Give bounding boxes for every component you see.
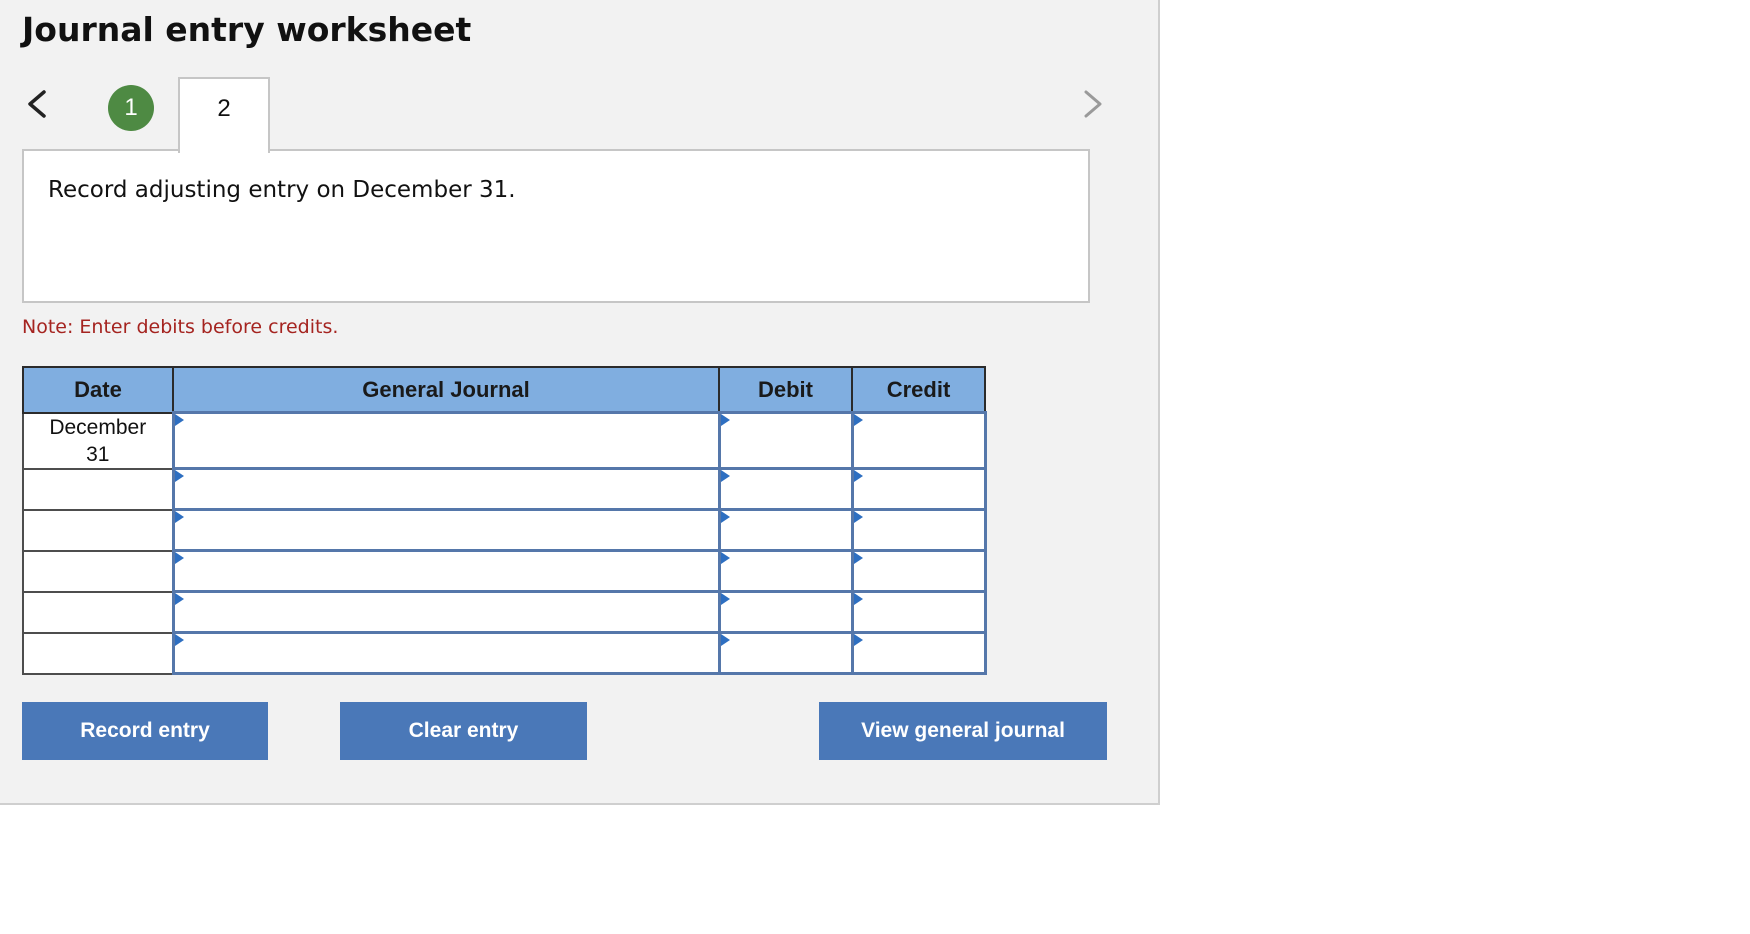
account-input[interactable] xyxy=(174,517,718,543)
debit-cell[interactable] xyxy=(717,549,854,593)
credit-input[interactable] xyxy=(853,428,984,453)
credit-cell[interactable] xyxy=(850,508,987,552)
credit-cell[interactable] xyxy=(850,411,987,470)
clear-entry-button[interactable]: Clear entry xyxy=(340,702,587,760)
credit-column-header: Credit xyxy=(851,366,986,414)
date-column-header: Date xyxy=(22,366,174,414)
debit-input[interactable] xyxy=(720,599,851,625)
debit-cell[interactable] xyxy=(717,631,854,675)
account-cell[interactable] xyxy=(171,508,721,552)
date-cell: December 31 xyxy=(22,411,174,470)
page-title: Journal entry worksheet xyxy=(22,10,472,49)
account-input[interactable] xyxy=(174,558,718,584)
date-cell[interactable] xyxy=(22,590,174,634)
account-cell[interactable] xyxy=(171,411,721,470)
account-input[interactable] xyxy=(174,476,718,502)
account-input[interactable] xyxy=(174,640,718,666)
table-header-row: Date General Journal Debit Credit xyxy=(22,366,986,414)
date-cell[interactable] xyxy=(22,631,174,675)
instruction-text: Record adjusting entry on December 31. xyxy=(48,177,516,203)
step-1-complete[interactable]: 1 xyxy=(108,85,154,131)
credit-cell[interactable] xyxy=(850,549,987,593)
table-row: December 31 xyxy=(22,411,987,470)
previous-step-button[interactable] xyxy=(24,88,52,120)
worksheet-panel: Journal entry worksheet 1 2 Record adjus… xyxy=(0,0,1160,805)
debit-cell[interactable] xyxy=(717,590,854,634)
view-general-journal-button[interactable]: View general journal xyxy=(819,702,1107,760)
debit-input[interactable] xyxy=(720,558,851,584)
account-input[interactable] xyxy=(174,599,718,625)
account-input[interactable] xyxy=(174,428,718,453)
credit-input[interactable] xyxy=(853,476,984,502)
table-row xyxy=(22,590,987,634)
general-journal-column-header: General Journal xyxy=(172,366,720,414)
table-row xyxy=(22,508,987,552)
credit-input[interactable] xyxy=(853,558,984,584)
date-cell[interactable] xyxy=(22,508,174,552)
journal-table: Date General Journal Debit Credit Decemb… xyxy=(22,366,987,675)
debit-cell[interactable] xyxy=(717,411,854,470)
credit-cell[interactable] xyxy=(850,467,987,511)
table-row xyxy=(22,467,987,511)
account-cell[interactable] xyxy=(171,549,721,593)
credit-cell[interactable] xyxy=(850,631,987,675)
table-row xyxy=(22,549,987,593)
account-cell[interactable] xyxy=(171,467,721,511)
debit-input[interactable] xyxy=(720,640,851,666)
debit-cell[interactable] xyxy=(717,508,854,552)
record-entry-button[interactable]: Record entry xyxy=(22,702,268,760)
table-row xyxy=(22,631,987,675)
account-cell[interactable] xyxy=(171,631,721,675)
account-cell[interactable] xyxy=(171,590,721,634)
chevron-right-icon xyxy=(1084,90,1102,118)
credit-cell[interactable] xyxy=(850,590,987,634)
debit-input[interactable] xyxy=(720,476,851,502)
step-2-current-tab[interactable]: 2 xyxy=(178,77,270,153)
next-step-button[interactable] xyxy=(1080,88,1108,120)
debit-cell[interactable] xyxy=(717,467,854,511)
date-cell[interactable] xyxy=(22,467,174,511)
debit-input[interactable] xyxy=(720,517,851,543)
debit-input[interactable] xyxy=(720,428,851,453)
credit-input[interactable] xyxy=(853,640,984,666)
chevron-left-icon xyxy=(28,90,46,118)
debit-column-header: Debit xyxy=(718,366,853,414)
date-line-1: December xyxy=(49,415,147,439)
credit-input[interactable] xyxy=(853,517,984,543)
date-line-2: 31 xyxy=(86,442,110,466)
instruction-box: Record adjusting entry on December 31. xyxy=(22,149,1090,303)
date-cell[interactable] xyxy=(22,549,174,593)
note-text: Note: Enter debits before credits. xyxy=(22,316,339,338)
credit-input[interactable] xyxy=(853,599,984,625)
